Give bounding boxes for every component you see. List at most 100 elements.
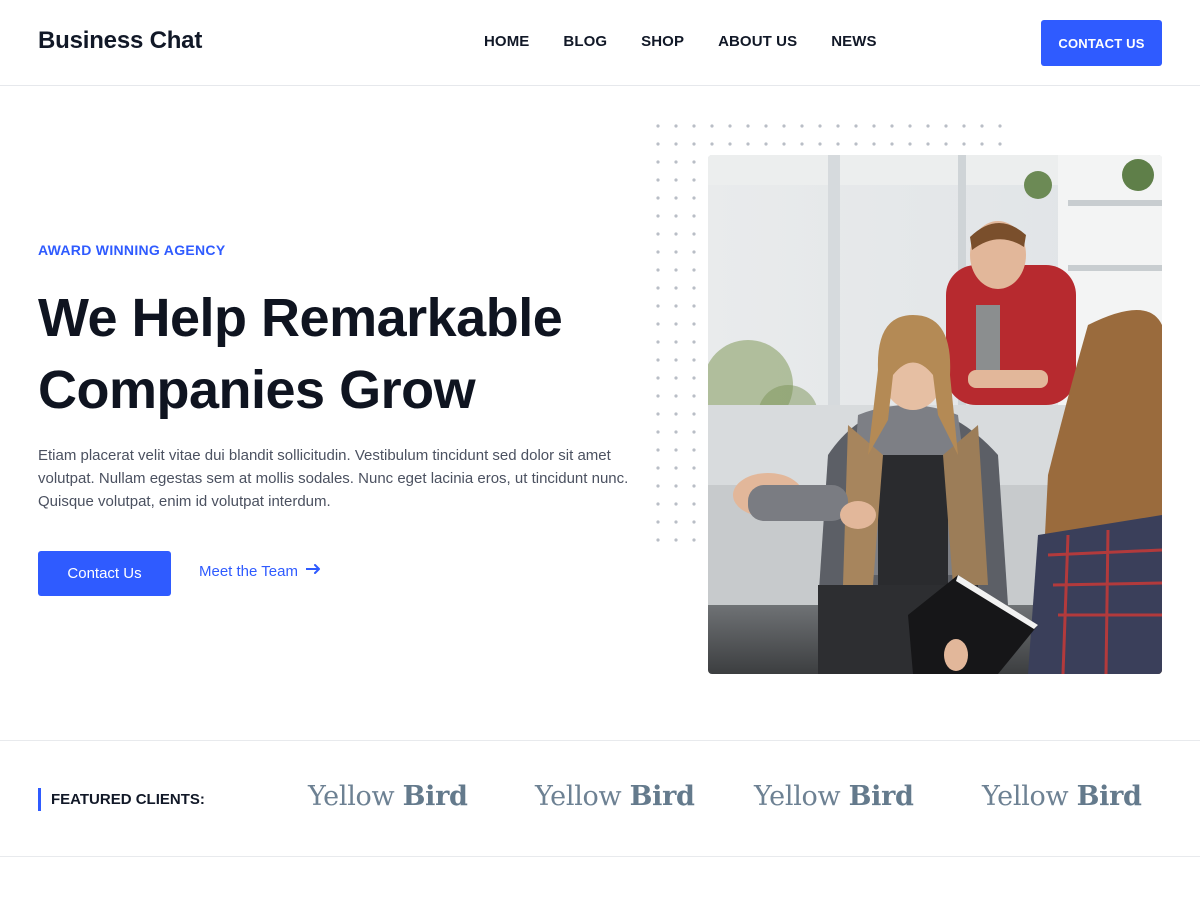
decorative-dot: [818, 142, 822, 146]
decorative-dot: [692, 484, 696, 488]
decorative-dot: [998, 124, 1002, 128]
featured-clients-section: FEATURED CLIENTS: Yellow Bird Yellow Bir…: [0, 740, 1200, 857]
decorative-dot: [926, 142, 930, 146]
site-logo[interactable]: Business Chat: [38, 27, 202, 55]
decorative-dot: [980, 142, 984, 146]
client-logo-bold-text: Bird: [629, 781, 695, 812]
client-logo-yellow-bird[interactable]: Yellow Bird: [754, 781, 914, 812]
decorative-dot: [674, 196, 678, 200]
decorative-dot: [800, 124, 804, 128]
decorative-dot: [980, 124, 984, 128]
decorative-dot: [674, 538, 678, 542]
decorative-dot: [908, 142, 912, 146]
decorative-dot: [692, 232, 696, 236]
decorative-dot: [692, 160, 696, 164]
decorative-dot: [692, 394, 696, 398]
decorative-dot: [890, 124, 894, 128]
decorative-dot: [674, 232, 678, 236]
decorative-dot: [890, 142, 894, 146]
decorative-dot: [908, 124, 912, 128]
decorative-dot: [692, 322, 696, 326]
client-logo-yellow-bird[interactable]: Yellow Bird: [535, 781, 695, 812]
decorative-dot: [674, 214, 678, 218]
arrow-right-icon: [304, 562, 322, 580]
decorative-dot: [674, 520, 678, 524]
decorative-dot: [656, 484, 660, 488]
decorative-dot: [656, 196, 660, 200]
decorative-dot: [674, 340, 678, 344]
nav-news[interactable]: NEWS: [831, 32, 876, 52]
hero-title: We Help Remarkable Companies Grow: [38, 282, 678, 426]
decorative-dot: [674, 466, 678, 470]
decorative-dot: [692, 178, 696, 182]
decorative-dot: [782, 142, 786, 146]
client-logo-light-text: Yellow: [535, 781, 622, 812]
decorative-dot: [674, 286, 678, 290]
decorative-dot: [962, 124, 966, 128]
client-logo-bold-text: Bird: [402, 781, 468, 812]
client-logo-light-text: Yellow: [754, 781, 841, 812]
site-header: Business Chat HOME BLOG SHOP ABOUT US NE…: [0, 0, 1200, 86]
decorative-dot: [710, 124, 714, 128]
decorative-dot: [692, 358, 696, 362]
meet-the-team-link[interactable]: Meet the Team: [199, 562, 322, 580]
decorative-dot: [710, 142, 714, 146]
decorative-dot: [656, 520, 660, 524]
decorative-dot: [656, 376, 660, 380]
decorative-dot: [674, 142, 678, 146]
decorative-dot: [674, 124, 678, 128]
decorative-dot: [656, 142, 660, 146]
hero-title-line-1: We Help Remarkable: [38, 288, 563, 348]
decorative-dot: [656, 178, 660, 182]
decorative-dot: [656, 286, 660, 290]
contact-us-header-button[interactable]: CONTACT US: [1041, 20, 1162, 66]
decorative-dot: [656, 502, 660, 506]
nav-shop[interactable]: SHOP: [641, 32, 684, 52]
decorative-dot: [692, 412, 696, 416]
decorative-dot: [764, 142, 768, 146]
decorative-dot: [998, 142, 1002, 146]
decorative-dot: [854, 142, 858, 146]
decorative-dot: [656, 214, 660, 218]
client-logo-yellow-bird[interactable]: Yellow Bird: [982, 781, 1142, 812]
decorative-dot: [692, 466, 696, 470]
decorative-dot: [836, 124, 840, 128]
hero-title-line-2: Companies Grow: [38, 360, 476, 420]
decorative-dot: [872, 142, 876, 146]
decorative-dot: [656, 340, 660, 344]
decorative-dot: [692, 142, 696, 146]
decorative-dot: [656, 466, 660, 470]
decorative-dot: [692, 214, 696, 218]
decorative-dot: [674, 376, 678, 380]
decorative-dot: [692, 250, 696, 254]
client-logo-bold-text: Bird: [1076, 781, 1142, 812]
client-logo-bold-text: Bird: [848, 781, 914, 812]
decorative-dot: [692, 124, 696, 128]
decorative-dot: [962, 142, 966, 146]
client-logo-yellow-bird[interactable]: Yellow Bird: [308, 781, 468, 812]
decorative-dot: [674, 484, 678, 488]
decorative-dot: [674, 430, 678, 434]
meet-the-team-label: Meet the Team: [199, 562, 298, 580]
decorative-dot: [782, 124, 786, 128]
nav-about-us[interactable]: ABOUT US: [718, 32, 797, 52]
client-logo-light-text: Yellow: [982, 781, 1069, 812]
decorative-dot: [656, 358, 660, 362]
hero-photo: [708, 155, 1162, 674]
team-meeting-image: [708, 155, 1162, 674]
decorative-dot: [944, 124, 948, 128]
decorative-dot: [746, 142, 750, 146]
client-logo-light-text: Yellow: [308, 781, 395, 812]
decorative-dot: [692, 430, 696, 434]
decorative-dot: [656, 394, 660, 398]
decorative-dot: [944, 142, 948, 146]
main-nav: HOME BLOG SHOP ABOUT US NEWS: [484, 32, 911, 52]
decorative-dot: [674, 304, 678, 308]
contact-us-button[interactable]: Contact Us: [38, 551, 171, 596]
decorative-dot: [854, 124, 858, 128]
decorative-dot: [764, 124, 768, 128]
nav-home[interactable]: HOME: [484, 32, 529, 52]
decorative-dot: [674, 322, 678, 326]
nav-blog[interactable]: BLOG: [563, 32, 607, 52]
decorative-dot: [674, 358, 678, 362]
